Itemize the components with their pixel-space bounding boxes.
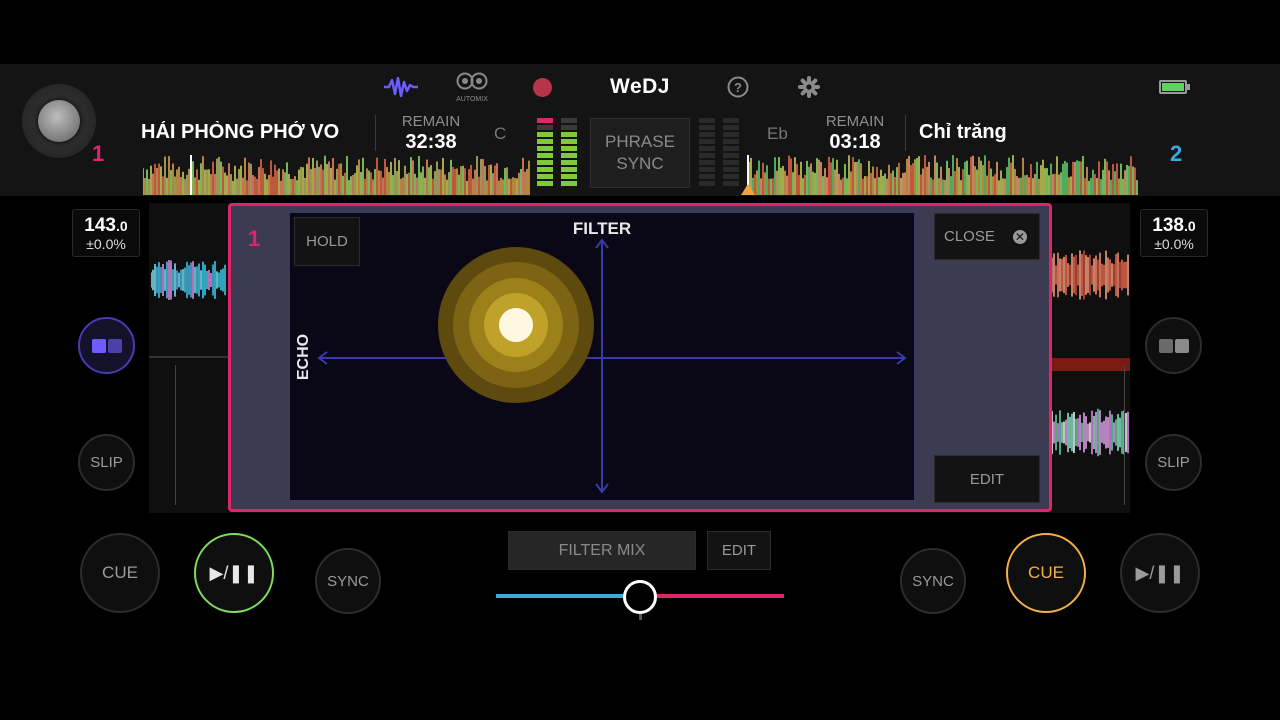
hold-button[interactable]: HOLD [294,217,360,266]
deck1-level-meter-right [561,118,577,186]
deck1-beat-line [175,365,176,505]
phrase-sync-line1: PHRASE [605,132,675,151]
cue-marker [741,184,755,195]
deck1-play-pause-button[interactable]: ▶/❚❚ [194,533,274,613]
deck2-remain-label: REMAIN [825,113,885,130]
filter-mix-button[interactable]: FILTER MIX [508,531,696,570]
pad-mode-icon [1158,338,1189,353]
divider [149,356,229,358]
deck1-zoom-waveform[interactable] [151,240,227,320]
help-icon[interactable]: ? [726,74,750,100]
deck1-sync-button[interactable]: SYNC [315,548,381,614]
deck2-track-title: Chỉ trăng [919,121,1007,143]
gear-icon[interactable] [797,74,821,100]
deck2-sync-button[interactable]: SYNC [900,548,966,614]
deck1-pitch: ±0.0% [86,236,126,252]
deck2-bpm: 138 [1152,215,1184,236]
automix-button[interactable]: AUTOMIX [452,72,492,103]
deck1-pad-mode-button[interactable] [78,317,135,374]
fx-deck-number: 1 [248,226,261,251]
xy-pad-touch-point[interactable] [437,245,597,405]
deck1-cue-button[interactable]: CUE [80,533,160,613]
close-fx-button[interactable]: CLOSE ✕ [934,213,1040,260]
deck2-number: 2 [1170,141,1183,166]
deck1-track-title: HẢI PHÒNG PHỞ VO [141,121,340,143]
waveform-icon[interactable] [382,74,420,100]
deck2-pad-mode-button[interactable] [1145,317,1202,374]
deck1-bpm: 143 [84,215,116,236]
deck2-play-pause-button[interactable]: ▶/❚❚ [1120,533,1200,613]
deck2-cue-button[interactable]: CUE [1006,533,1086,613]
deck2-level-meter-right [723,118,739,186]
deck2-pitch: ±0.0% [1154,236,1194,252]
deck2-bpm-decimal: .0 [1184,218,1196,234]
deck1-slip-button[interactable]: SLIP [78,434,135,491]
deck2-zoom-waveform[interactable] [1052,225,1130,325]
xy-pad-axes [317,238,907,494]
automix-label: AUTOMIX [456,96,488,103]
deck2-lower-waveform[interactable] [1052,385,1130,480]
deck1-overview-waveform[interactable] [143,155,530,195]
record-icon[interactable] [533,78,552,97]
xy-pad-y-label: ECHO [295,333,312,381]
deck1-key: C [494,124,507,143]
phrase-sync-line2: SYNC [616,154,664,173]
close-label: CLOSE [944,228,995,245]
deck1-number: 1 [92,141,105,166]
crossfader-center-mark [639,614,642,620]
xy-pad-x-label: FILTER [572,219,632,238]
fx-edit-button[interactable]: EDIT [934,455,1040,503]
divider [905,115,906,151]
deck1-bpm-decimal: .0 [116,218,128,234]
pad-mode-icon [91,338,122,353]
deck2-remain-time: 03:18 [829,131,881,153]
svg-text:?: ? [734,80,742,95]
jog-knob [38,100,80,142]
deck1-level-meter-left [537,118,553,186]
deck1-remain-time: 32:38 [405,131,457,153]
deck2-slip-button[interactable]: SLIP [1145,434,1202,491]
close-icon: ✕ [1012,229,1027,244]
deck2-bpm-display[interactable]: 138.0 ±0.0% [1140,209,1208,257]
deck2-beat-line [1124,365,1125,505]
deck2-loop-bar [1052,358,1130,371]
deck2-level-meter-left [699,118,715,186]
divider [375,115,376,151]
deck1-bpm-display[interactable]: 143.0 ±0.0% [72,209,140,257]
mixer-edit-button[interactable]: EDIT [707,531,771,570]
deck2-overview-waveform[interactable] [749,155,1139,195]
crossfader-knob[interactable] [623,580,657,614]
battery-icon [1159,80,1191,94]
automix-icon [456,72,488,90]
deck1-playhead [190,155,192,195]
app-brand: WeDJ [610,75,670,98]
deck2-key: Eb [767,124,788,143]
deck1-jog-wheel[interactable] [22,84,96,158]
phrase-sync-button[interactable]: PHRASE SYNC [590,118,690,188]
deck1-remain-label: REMAIN [401,113,461,130]
